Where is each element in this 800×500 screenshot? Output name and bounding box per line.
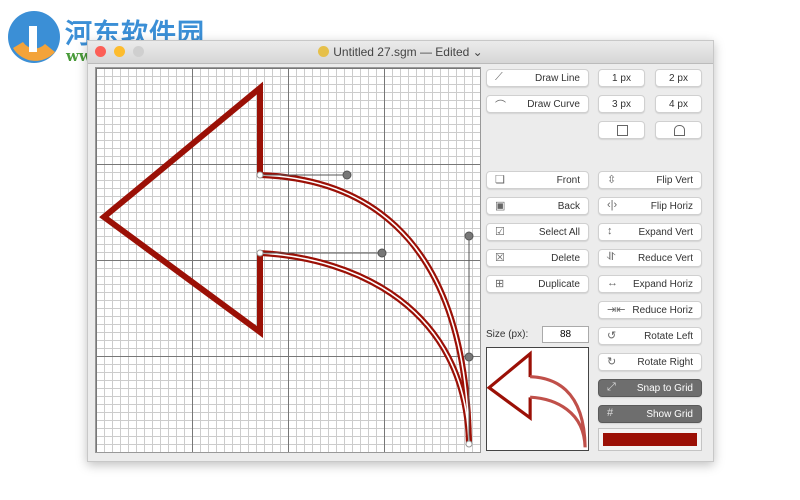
select-all-icon: ☑ — [495, 226, 505, 238]
reduce-vert-button[interactable]: ⥯ Reduce Vert — [598, 249, 702, 267]
round-cap-button[interactable] — [655, 121, 702, 139]
expand-horiz-icon: ↔ — [607, 277, 618, 289]
line-icon: ⟋ — [495, 71, 503, 83]
arrow-head-path — [99, 81, 263, 338]
watermark-logo — [5, 8, 63, 71]
square-cap-button[interactable] — [598, 121, 645, 139]
window-title[interactable]: Untitled 27.sgm — Edited ⌄ — [333, 45, 482, 59]
snap-to-grid-button[interactable]: ⤢ Snap to Grid — [598, 379, 702, 397]
expand-vert-button[interactable]: ↕ Expand Vert — [598, 223, 702, 241]
duplicate-icon: ⊞ — [495, 278, 505, 290]
flip-vert-icon: ⇳ — [607, 174, 617, 186]
draw-curve-button[interactable]: ⌒ Draw Curve — [486, 95, 589, 113]
draw-line-button[interactable]: ⟋ Draw Line — [486, 69, 589, 87]
preview-pane — [486, 347, 589, 451]
rotate-right-button[interactable]: ↻ Rotate Right — [598, 353, 702, 371]
shape-drawing — [99, 81, 474, 448]
rotate-left-button[interactable]: ↺ Rotate Left — [598, 327, 702, 345]
flip-horiz-button[interactable]: ‹|› Flip Horiz — [598, 197, 702, 215]
front-button[interactable]: ❏ Front — [486, 171, 589, 189]
stroke-4px-button[interactable]: 4 px — [655, 95, 702, 113]
duplicate-button[interactable]: ⊞ Duplicate — [486, 275, 589, 293]
size-input[interactable]: 88 — [542, 326, 589, 343]
back-icon: ▣ — [495, 200, 506, 212]
reduce-vert-icon: ⥯ — [607, 251, 616, 263]
drawing-canvas[interactable] — [95, 67, 481, 453]
back-button[interactable]: ▣ Back — [486, 197, 589, 215]
flip-horiz-icon: ‹|› — [607, 199, 618, 211]
color-well[interactable] — [598, 428, 702, 451]
size-label: Size (px): — [486, 329, 529, 340]
reduce-horiz-icon: ⇥⇤ — [607, 304, 626, 316]
reduce-horiz-button[interactable]: ⇥⇤ Reduce Horiz — [598, 301, 702, 319]
arrow-curves — [259, 172, 472, 445]
title-bar: Untitled 27.sgm — Edited ⌄ — [88, 41, 713, 64]
curve-icon: ⌒ — [495, 100, 506, 112]
expand-horiz-button[interactable]: ↔ Expand Horiz — [598, 275, 702, 293]
stroke-1px-button[interactable]: 1 px — [598, 69, 645, 87]
stroke-3px-button[interactable]: 3 px — [598, 95, 645, 113]
app-window: Untitled 27.sgm — Edited ⌄ ⟋ Draw Line ⌒ D… — [87, 40, 714, 462]
stroke-2px-button[interactable]: 2 px — [655, 69, 702, 87]
delete-icon: ☒ — [495, 252, 505, 264]
preview-drawing — [486, 350, 587, 448]
square-cap-icon — [617, 125, 628, 136]
front-icon: ❏ — [495, 174, 505, 186]
document-icon — [318, 46, 330, 57]
expand-vert-icon: ↕ — [607, 225, 613, 237]
delete-button[interactable]: ☒ Delete — [486, 249, 589, 267]
color-swatch — [603, 433, 697, 446]
rotate-left-icon: ↺ — [607, 330, 617, 342]
select-all-button[interactable]: ☑ Select All — [486, 223, 589, 241]
snap-icon: ⤢ — [607, 381, 616, 393]
round-cap-icon — [674, 125, 685, 136]
flip-vert-button[interactable]: ⇳ Flip Vert — [598, 171, 702, 189]
show-grid-button[interactable]: # Show Grid — [598, 405, 702, 423]
grid-icon: # — [607, 407, 614, 419]
rotate-right-icon: ↻ — [607, 356, 617, 368]
